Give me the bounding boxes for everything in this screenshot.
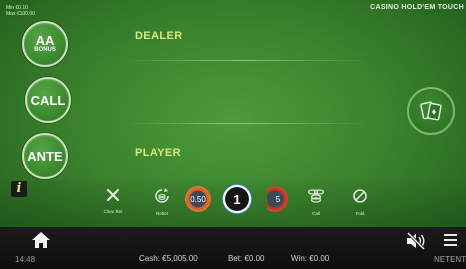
win-display: Win: €0.00 bbox=[291, 254, 330, 263]
aa-bonus-bet-spot[interactable]: AA BONUS bbox=[22, 21, 68, 67]
bonus-label: BONUS bbox=[34, 47, 56, 53]
aa-label: AA bbox=[35, 33, 55, 48]
cards-button[interactable] bbox=[407, 87, 455, 135]
mute-button[interactable] bbox=[405, 231, 427, 255]
fold-icon bbox=[353, 189, 367, 203]
game-table: Min €0.10 Max €100.00 CASINO HOLD'EM TOU… bbox=[0, 0, 466, 269]
call-button[interactable]: Call bbox=[302, 188, 330, 216]
fold-label: Fold bbox=[355, 211, 365, 216]
dealer-label: DEALER bbox=[135, 30, 183, 42]
rebet-button[interactable]: Rebet bbox=[148, 188, 176, 216]
call-chips-icon bbox=[307, 189, 325, 203]
dealer-divider bbox=[120, 60, 370, 61]
player-label: PLAYER bbox=[135, 147, 182, 159]
fold-button[interactable]: Fold bbox=[346, 188, 374, 216]
call-label: CALL bbox=[30, 92, 66, 108]
chip-value: 0.50 bbox=[190, 194, 206, 204]
brand-logo: NETENT bbox=[434, 255, 466, 264]
home-button[interactable] bbox=[31, 231, 51, 254]
menu-icon bbox=[444, 234, 457, 246]
rebet-label: Rebet bbox=[155, 211, 168, 216]
mute-icon bbox=[406, 231, 426, 251]
clock: 14:48 bbox=[15, 255, 36, 264]
home-icon bbox=[32, 232, 50, 248]
table-limits: Min €0.10 Max €100.00 bbox=[6, 5, 35, 17]
rebet-icon bbox=[155, 188, 169, 203]
ante-bet-spot[interactable]: ANTE bbox=[22, 133, 68, 179]
ante-label: ANTE bbox=[27, 148, 63, 164]
info-icon: i bbox=[16, 181, 22, 196]
chip-1-selected[interactable]: 1 bbox=[222, 184, 252, 214]
info-button[interactable]: i bbox=[11, 181, 27, 197]
chip-0-50[interactable]: 0.50 bbox=[185, 186, 211, 212]
clear-bet-icon bbox=[106, 188, 120, 202]
call-bet-spot[interactable]: CALL bbox=[25, 77, 71, 123]
chip-value: 5 bbox=[275, 194, 281, 204]
game-title: CASINO HOLD'EM TOUCH bbox=[370, 4, 464, 11]
chip-value: 1 bbox=[233, 191, 241, 207]
clear-bet-label: Clear Bet bbox=[103, 209, 123, 214]
cards-icon bbox=[420, 101, 442, 121]
cash-display: Cash: €5,005.00 bbox=[139, 254, 198, 263]
menu-button[interactable] bbox=[444, 234, 457, 249]
call-label: Call bbox=[312, 211, 320, 216]
bet-display: Bet: €0.00 bbox=[228, 254, 265, 263]
max-limit: Max €100.00 bbox=[6, 11, 35, 17]
player-divider bbox=[120, 123, 370, 124]
clear-bet-button[interactable]: Clear Bet bbox=[99, 188, 127, 214]
